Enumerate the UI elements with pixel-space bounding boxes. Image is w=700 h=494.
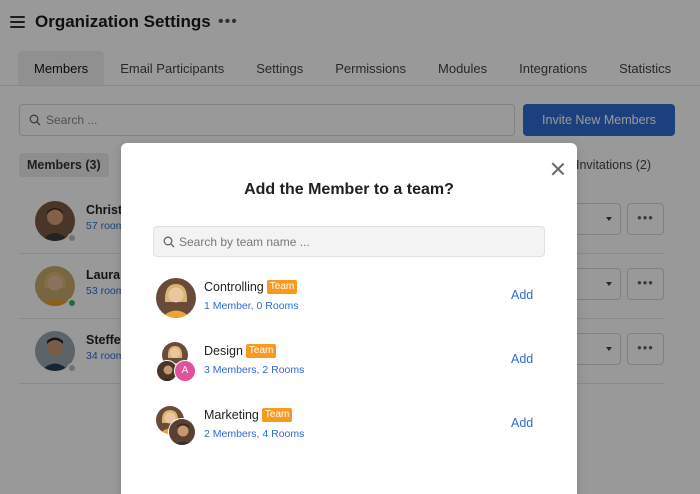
team-search-input[interactable] (179, 227, 539, 256)
team-search (153, 226, 545, 257)
team-meta[interactable]: 3 Members, 2 Rooms (204, 364, 304, 376)
team-row-controlling: Controlling Team 1 Member, 0 Rooms Add (153, 275, 545, 323)
avatar (168, 418, 196, 446)
add-to-design-button[interactable]: Add (511, 352, 533, 366)
avatar (156, 278, 196, 318)
team-badge: Team (266, 280, 298, 294)
team-badge: Team (245, 344, 277, 358)
team-meta[interactable]: 1 Member, 0 Rooms (204, 300, 299, 312)
team-name: Controlling Team (204, 280, 298, 294)
team-row-marketing: Marketing Team 2 Members, 4 Rooms Add (153, 403, 545, 451)
team-name-text: Design (204, 344, 243, 358)
team-avatar (156, 278, 196, 318)
team-name-text: Controlling (204, 280, 264, 294)
add-to-marketing-button[interactable]: Add (511, 416, 533, 430)
team-row-design: A Design Team 3 Members, 2 Rooms Add (153, 339, 545, 387)
search-icon (163, 236, 175, 248)
team-name: Design Team (204, 344, 277, 358)
close-icon[interactable] (551, 162, 565, 176)
team-avatar: A (156, 342, 196, 382)
team-meta[interactable]: 2 Members, 4 Rooms (204, 428, 304, 440)
team-avatar (156, 406, 196, 446)
avatar-initial: A (174, 360, 196, 382)
team-name-text: Marketing (204, 408, 259, 422)
add-to-controlling-button[interactable]: Add (511, 288, 533, 302)
team-badge: Team (261, 408, 293, 422)
add-to-team-dialog: Add the Member to a team? Controlling Te… (121, 143, 577, 494)
team-name: Marketing Team (204, 408, 293, 422)
dialog-title: Add the Member to a team? (244, 181, 454, 198)
